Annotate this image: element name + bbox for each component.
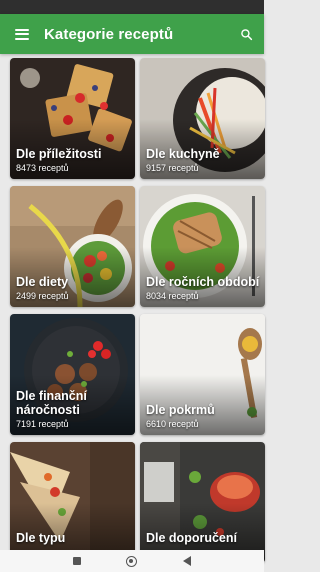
- search-button[interactable]: [228, 14, 264, 54]
- category-label: Dle pokrmů: [146, 403, 215, 417]
- recents-icon[interactable]: [72, 557, 81, 565]
- hamburger-menu-icon: [15, 28, 29, 40]
- status-bar: [0, 0, 264, 14]
- recipe-count: 2499 receptů: [16, 291, 69, 301]
- category-card-occasion[interactable]: Dle příležitosti 8473 receptů: [10, 58, 135, 179]
- category-card-seasons[interactable]: Dle ročních období 8034 receptů: [140, 186, 265, 307]
- category-label: Dle diety: [16, 275, 69, 289]
- back-icon[interactable]: [183, 556, 192, 566]
- recipe-count: 7191 receptů: [16, 419, 69, 429]
- category-label: Dle kuchyně: [146, 147, 220, 161]
- recipe-count: 6610 receptů: [146, 419, 199, 429]
- category-label: Dle doporučení: [146, 531, 237, 545]
- category-card-dishes[interactable]: Dle pokrmů 6610 receptů: [140, 314, 265, 435]
- search-icon: [240, 28, 252, 40]
- category-label: Dle finanční náročnosti: [16, 389, 87, 417]
- page-title: Kategorie receptů: [44, 25, 174, 43]
- menu-button[interactable]: [0, 14, 44, 54]
- category-label: Dle typu: [16, 531, 66, 545]
- category-card-type[interactable]: Dle typu: [10, 442, 135, 563]
- recipe-count: 8473 receptů: [16, 163, 69, 173]
- category-card-budget[interactable]: Dle finanční náročnosti 7191 receptů: [10, 314, 135, 435]
- category-label: Dle příležitosti: [16, 147, 102, 161]
- category-card-cuisine[interactable]: Dle kuchyně 9157 receptů: [140, 58, 265, 179]
- category-card-diet[interactable]: Dle diety 2499 receptů: [10, 186, 135, 307]
- app-bar: Kategorie receptů: [0, 14, 264, 54]
- system-nav-bar: [0, 550, 264, 572]
- recipe-count: 8034 receptů: [146, 291, 199, 301]
- recipe-count: 9157 receptů: [146, 163, 199, 173]
- category-label: Dle ročních období: [146, 275, 260, 289]
- home-icon[interactable]: [126, 555, 138, 567]
- category-card-recommended[interactable]: Dle doporučení: [140, 442, 265, 563]
